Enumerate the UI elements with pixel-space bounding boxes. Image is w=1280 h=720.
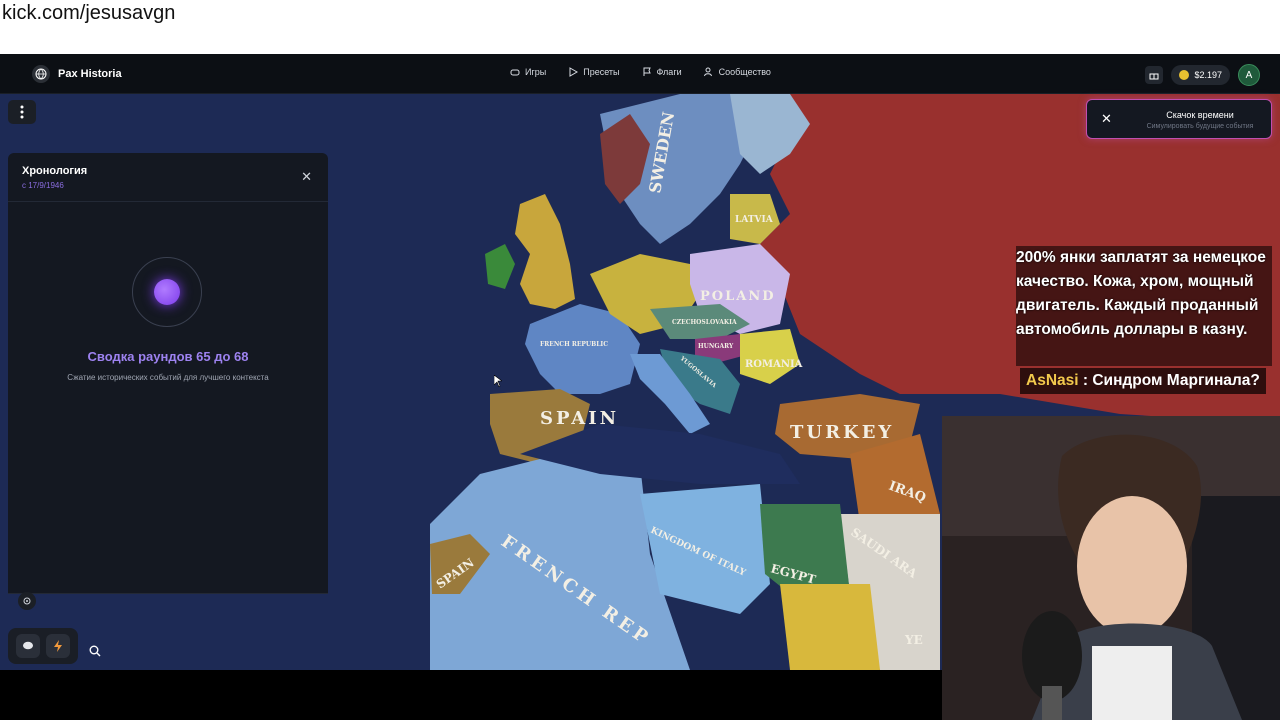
map-search-button[interactable] — [84, 640, 106, 662]
search-icon — [89, 645, 101, 657]
time-leap-button[interactable]: ✕ Скачок времени Симулировать будущие со… — [1086, 99, 1272, 139]
rounds-summary-title: Сводка раундов 65 до 68 — [87, 349, 249, 364]
gift-button[interactable] — [1145, 66, 1164, 84]
rounds-summary-subtitle: Сжатие исторических событий для лучшего … — [67, 373, 269, 382]
time-leap-title: Скачок времени — [1166, 110, 1234, 120]
header-actions: $2.197 A — [1145, 64, 1260, 86]
time-leap-subtitle: Симулировать будущие события — [1146, 123, 1254, 130]
brand-name: Pax Historia — [58, 68, 122, 80]
action-dock — [8, 628, 78, 664]
nav-community-label: Сообщество — [718, 67, 771, 77]
chat-separator: : — [1078, 372, 1093, 389]
coin-icon — [1179, 70, 1190, 80]
chat-username: AsNasi — [1026, 372, 1079, 389]
nav-flags[interactable]: Флаги — [642, 67, 682, 77]
divider — [8, 201, 328, 202]
webcam-feed — [942, 416, 1280, 720]
balance-button[interactable]: $2.197 — [1171, 65, 1230, 85]
timeline-panel: Хронология с 17/9/1946 ✕ Сводка раундов … — [8, 153, 328, 593]
label-hungary: HUNGARY — [698, 343, 734, 350]
label-latvia: LATVIA — [735, 215, 774, 225]
label-french-republic: FRENCH REPUBLIC — [540, 341, 608, 348]
divider — [8, 593, 328, 594]
loading-orb-icon — [132, 257, 202, 327]
orb-core — [154, 279, 180, 305]
chat-text: Синдром Маргинала? — [1092, 372, 1260, 389]
gift-icon — [1149, 73, 1159, 80]
chat-message: AsNasi : Синдром Маргинала? — [1020, 368, 1266, 394]
nav-flags-label: Флаги — [656, 67, 682, 77]
stream-url-banner: kick.com/jesusavgn — [0, 0, 1280, 54]
timeline-title: Хронология — [22, 165, 88, 177]
label-yemen: YE — [904, 633, 923, 647]
nav-presets[interactable]: Пресеты — [568, 67, 620, 77]
nav-games[interactable]: Игры — [510, 67, 546, 77]
letterbox-bar — [0, 670, 942, 720]
chat-bubble-icon — [23, 641, 33, 650]
close-icon[interactable]: ✕ — [1101, 111, 1112, 127]
chat-button[interactable] — [16, 634, 40, 658]
label-poland: POLAND — [700, 289, 775, 304]
avatar[interactable]: A — [1238, 64, 1260, 86]
play-icon — [569, 67, 579, 77]
timeline-close-button[interactable]: ✕ — [301, 169, 312, 185]
nav-games-label: Игры — [525, 67, 547, 77]
brand[interactable]: Pax Historia — [32, 65, 122, 83]
gear-icon — [23, 597, 31, 605]
mouse-cursor-icon — [493, 374, 503, 392]
stream-frame: kick.com/jesusavgn SPAIN POLAND TURKEY R… — [0, 0, 1280, 720]
main-nav: Игры Пресеты Флаги Сообщество — [510, 67, 771, 77]
settings-button[interactable] — [18, 592, 36, 610]
gamepad-icon — [510, 69, 520, 76]
nav-presets-label: Пресеты — [583, 67, 620, 77]
label-romania: ROMANIA — [745, 359, 803, 370]
app-header: Pax Historia Игры Пресеты Флаги Сообщест… — [0, 54, 1280, 94]
close-icon: ✕ — [301, 169, 312, 184]
users-icon — [703, 67, 712, 77]
donation-message: 200% янки заплатят за немецкое качество.… — [1016, 249, 1266, 338]
stream-url: kick.com/jesusavgn — [2, 2, 176, 24]
lightning-icon — [54, 640, 62, 652]
label-spain: SPAIN — [540, 408, 619, 429]
globe-logo-icon — [32, 65, 50, 83]
flag-icon — [643, 67, 651, 76]
kebab-menu-button[interactable] — [8, 100, 36, 124]
balance-value: $2.197 — [1194, 70, 1222, 80]
label-czech: CZECHOSLOVAKIA — [672, 319, 737, 326]
webcam-image — [942, 416, 1280, 720]
lightning-button[interactable] — [46, 634, 70, 658]
label-turkey: TURKEY — [790, 422, 894, 443]
kebab-icon — [20, 105, 24, 119]
nav-community[interactable]: Сообщество — [703, 67, 771, 77]
timeline-date: с 17/9/1946 — [22, 181, 64, 190]
